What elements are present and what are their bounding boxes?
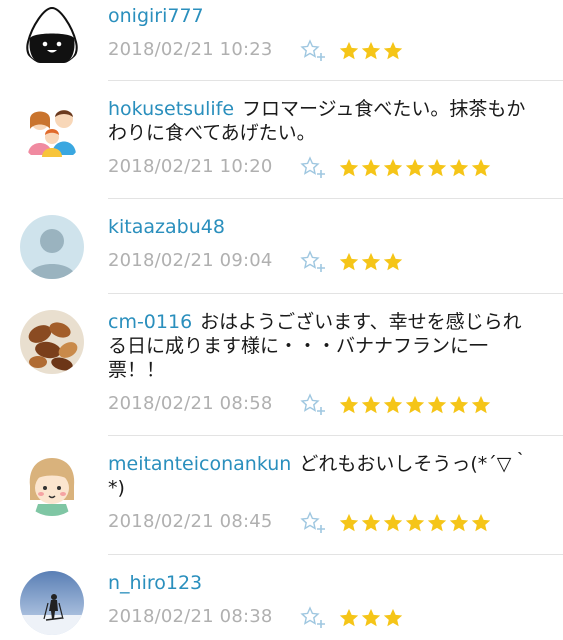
- divider: [108, 80, 563, 81]
- comment-date: 2018/02/21 08:58: [108, 393, 273, 414]
- divider: [108, 293, 563, 294]
- avatar[interactable]: [20, 310, 84, 374]
- star-icon: [427, 513, 447, 532]
- star-icon: [405, 395, 425, 414]
- comment-meta: 2018/02/21 08:45: [108, 508, 539, 538]
- comment-meta: 2018/02/21 08:58: [108, 390, 539, 420]
- avatar[interactable]: [20, 99, 84, 163]
- star-icon: [339, 608, 359, 627]
- star-icon: [361, 158, 381, 177]
- star-icon: [361, 395, 381, 414]
- divider: [108, 198, 563, 199]
- comment-text: hokusetsulife フロマージュ食べたい。抹茶もかわりに食べてあげたい。: [108, 97, 539, 145]
- comment-text: meitanteiconankun どれもおいしそうっ(*´▽｀*): [108, 452, 539, 500]
- add-star-icon[interactable]: [300, 511, 326, 535]
- star-icon: [449, 395, 469, 414]
- star-icon: [339, 513, 359, 532]
- star-icon: [449, 158, 469, 177]
- star-icon: [339, 252, 359, 271]
- comment-date: 2018/02/21 09:04: [108, 250, 273, 271]
- girl-face-icon: [20, 452, 84, 516]
- star-icon: [405, 158, 425, 177]
- avatar[interactable]: [20, 2, 84, 66]
- star-icon: [361, 252, 381, 271]
- star-icon: [339, 41, 359, 60]
- comment-date: 2018/02/21 10:23: [108, 39, 273, 60]
- comment-meta: 2018/02/21 10:20: [108, 153, 539, 183]
- star-icon: [427, 395, 447, 414]
- comment-meta: 2018/02/21 08:38: [108, 603, 539, 633]
- divider: [108, 435, 563, 436]
- avatar[interactable]: [20, 571, 84, 635]
- star-icon: [361, 513, 381, 532]
- add-star-icon[interactable]: [300, 156, 326, 180]
- star-icon: [361, 608, 381, 627]
- comment-date: 2018/02/21 08:45: [108, 511, 273, 532]
- star-rating: [338, 247, 404, 277]
- star-icon: [383, 252, 403, 271]
- star-icon: [471, 395, 491, 414]
- avatar[interactable]: [20, 215, 84, 279]
- username-link[interactable]: onigiri777: [108, 5, 204, 27]
- username-link[interactable]: cm-0116: [108, 311, 192, 333]
- username-link[interactable]: kitaazabu48: [108, 216, 225, 238]
- username-link[interactable]: meitanteiconankun: [108, 453, 291, 475]
- username-link[interactable]: hokusetsulife: [108, 98, 234, 120]
- comment-text: n_hiro123: [108, 571, 539, 595]
- star-icon: [383, 608, 403, 627]
- comment-date: 2018/02/21 08:38: [108, 606, 273, 627]
- star-icon: [471, 513, 491, 532]
- star-icon: [383, 513, 403, 532]
- family-icon: [20, 99, 84, 163]
- star-icon: [449, 513, 469, 532]
- add-star-icon[interactable]: [300, 606, 326, 630]
- avatar[interactable]: [20, 452, 84, 516]
- comment-feed: onigiri777 2018/02/21 10:23 hokusetsulif…: [0, 0, 563, 640]
- star-rating: [338, 390, 492, 420]
- comment-text: cm-0116 おはようございます、幸せを感じられる日に成ります様に・・・バナナフ…: [108, 310, 539, 382]
- star-icon: [405, 513, 425, 532]
- comment-text: onigiri777: [108, 4, 539, 28]
- comment-meta: 2018/02/21 09:04: [108, 247, 539, 277]
- comment-text: kitaazabu48: [108, 215, 539, 239]
- star-icon: [383, 41, 403, 60]
- star-icon: [427, 158, 447, 177]
- add-star-icon[interactable]: [300, 39, 326, 63]
- star-icon: [471, 158, 491, 177]
- star-icon: [361, 41, 381, 60]
- star-rating: [338, 153, 492, 183]
- star-rating: [338, 508, 492, 538]
- default-user-icon: [20, 215, 84, 279]
- comment-date: 2018/02/21 10:20: [108, 156, 273, 177]
- star-icon: [339, 395, 359, 414]
- star-icon: [339, 158, 359, 177]
- add-star-icon[interactable]: [300, 250, 326, 274]
- nuts-photo-icon: [20, 310, 84, 374]
- star-rating: [338, 603, 404, 633]
- star-rating: [338, 36, 404, 66]
- divider: [108, 554, 563, 555]
- star-icon: [383, 395, 403, 414]
- star-icon: [383, 158, 403, 177]
- onigiri-icon: [20, 2, 84, 66]
- comment-meta: 2018/02/21 10:23: [108, 36, 539, 66]
- skier-photo-icon: [20, 571, 84, 635]
- add-star-icon[interactable]: [300, 393, 326, 417]
- username-link[interactable]: n_hiro123: [108, 572, 202, 594]
